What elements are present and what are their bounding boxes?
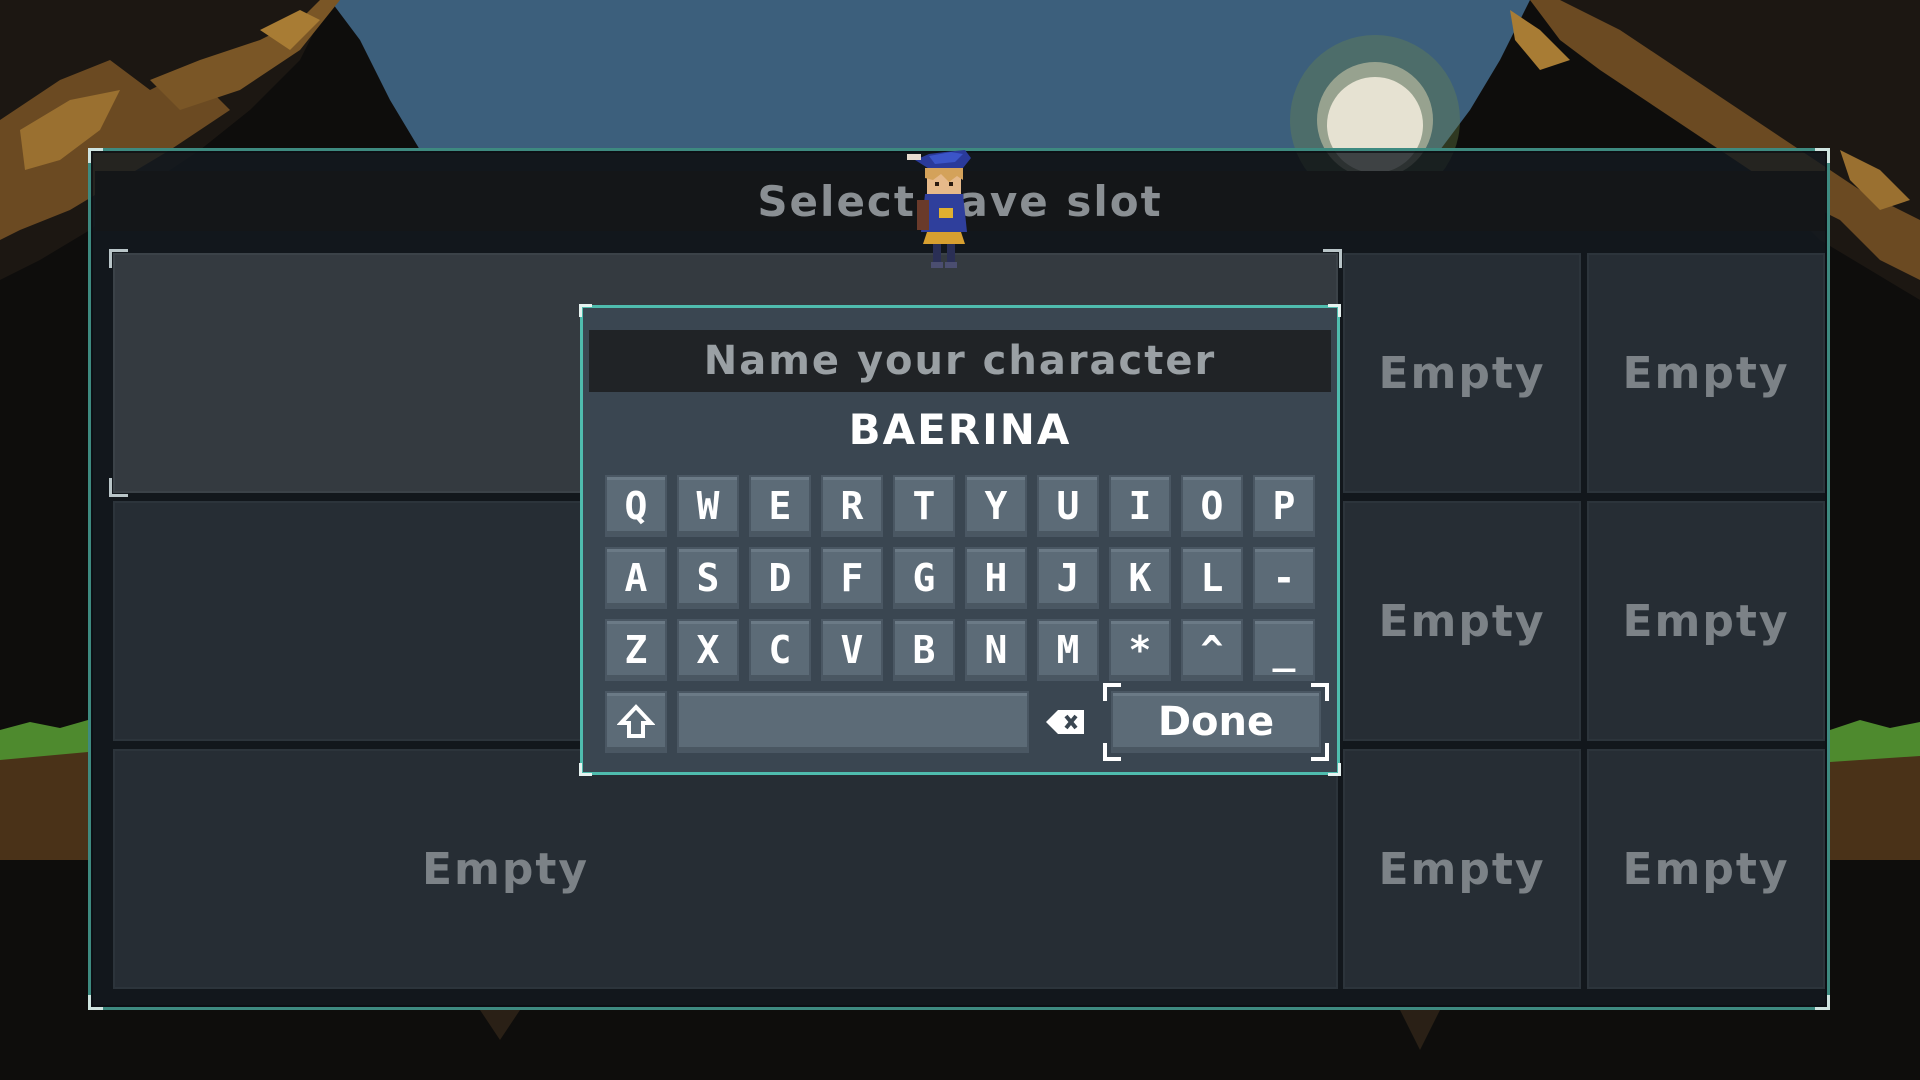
slot-label: Empty bbox=[1622, 843, 1790, 895]
key-o[interactable]: O bbox=[1181, 475, 1243, 537]
key-asterisk[interactable]: * bbox=[1109, 619, 1171, 681]
key-h[interactable]: H bbox=[965, 547, 1027, 609]
key-u[interactable]: U bbox=[1037, 475, 1099, 537]
key-j[interactable]: J bbox=[1037, 547, 1099, 609]
selection-corner bbox=[1323, 249, 1342, 268]
space-key[interactable] bbox=[677, 691, 1029, 753]
key-p[interactable]: P bbox=[1253, 475, 1315, 537]
slot-label: Empty bbox=[1622, 347, 1790, 399]
key-k[interactable]: K bbox=[1109, 547, 1171, 609]
save-slot-6[interactable]: Empty bbox=[1587, 501, 1825, 741]
character-sprite bbox=[907, 150, 971, 268]
key-b[interactable]: B bbox=[893, 619, 955, 681]
frame-corner bbox=[88, 148, 103, 163]
key-q[interactable]: Q bbox=[605, 475, 667, 537]
backspace-icon bbox=[1046, 710, 1084, 734]
save-slot-8[interactable]: Empty bbox=[1343, 749, 1581, 989]
key-m[interactable]: M bbox=[1037, 619, 1099, 681]
key-z[interactable]: Z bbox=[605, 619, 667, 681]
save-slot-9[interactable]: Empty bbox=[1587, 749, 1825, 989]
key-g[interactable]: G bbox=[893, 547, 955, 609]
backspace-key[interactable] bbox=[1035, 691, 1097, 753]
key-n[interactable]: N bbox=[965, 619, 1027, 681]
key-caret[interactable]: ^ bbox=[1181, 619, 1243, 681]
shift-arrow-icon bbox=[617, 704, 655, 738]
save-slot-3[interactable]: Empty bbox=[1587, 253, 1825, 493]
key-f[interactable]: F bbox=[821, 547, 883, 609]
key-a[interactable]: A bbox=[605, 547, 667, 609]
frame-corner bbox=[1328, 304, 1341, 317]
frame-corner bbox=[88, 995, 103, 1010]
selection-corner bbox=[1103, 743, 1121, 761]
key-e[interactable]: E bbox=[749, 475, 811, 537]
done-label: Done bbox=[1157, 699, 1275, 745]
character-name-input[interactable]: BAERINA bbox=[583, 405, 1337, 454]
slot-label: Empty bbox=[1378, 595, 1546, 647]
frame-corner bbox=[579, 304, 592, 317]
slot-label: Empty bbox=[1378, 347, 1546, 399]
selection-corner bbox=[1311, 683, 1329, 701]
selection-corner bbox=[109, 478, 128, 497]
selection-corner bbox=[109, 249, 128, 268]
key-l[interactable]: L bbox=[1181, 547, 1243, 609]
key-t[interactable]: T bbox=[893, 475, 955, 537]
frame-corner bbox=[1815, 148, 1830, 163]
key-v[interactable]: V bbox=[821, 619, 883, 681]
key-w[interactable]: W bbox=[677, 475, 739, 537]
slot-label: Empty bbox=[1378, 843, 1546, 895]
slot-label: Empty bbox=[1622, 595, 1790, 647]
key-s[interactable]: S bbox=[677, 547, 739, 609]
selection-corner bbox=[1103, 683, 1121, 701]
frame-corner bbox=[579, 763, 592, 776]
key-x[interactable]: X bbox=[677, 619, 739, 681]
key-underscore[interactable]: _ bbox=[1253, 619, 1315, 681]
key-r[interactable]: R bbox=[821, 475, 883, 537]
key-i[interactable]: I bbox=[1109, 475, 1171, 537]
save-slot-2[interactable]: Empty bbox=[1343, 253, 1581, 493]
key-d[interactable]: D bbox=[749, 547, 811, 609]
frame-corner bbox=[1328, 763, 1341, 776]
done-button[interactable]: Done bbox=[1103, 683, 1329, 761]
key-c[interactable]: C bbox=[749, 619, 811, 681]
frame-corner bbox=[1815, 995, 1830, 1010]
selection-corner bbox=[1311, 743, 1329, 761]
name-character-dialog: Name your character BAERINA Q W E R T Y … bbox=[579, 304, 1341, 776]
save-slot-5[interactable]: Empty bbox=[1343, 501, 1581, 741]
dialog-title: Name your character bbox=[589, 330, 1331, 392]
key-dash[interactable]: - bbox=[1253, 547, 1315, 609]
key-y[interactable]: Y bbox=[965, 475, 1027, 537]
save-slot-7[interactable]: Empty bbox=[113, 749, 1338, 989]
shift-key[interactable] bbox=[605, 691, 667, 753]
slot-label: Empty bbox=[421, 843, 590, 895]
